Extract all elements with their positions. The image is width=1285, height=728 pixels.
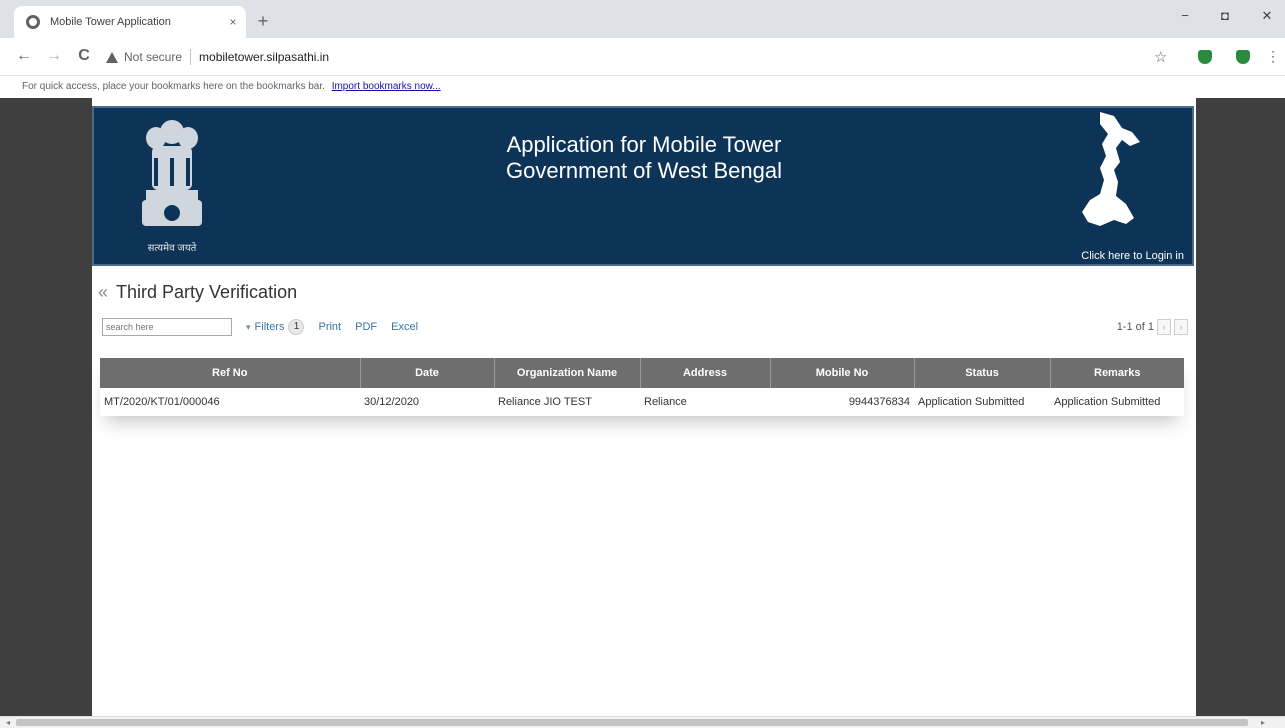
prev-page-button[interactable]: ‹ bbox=[1157, 319, 1171, 335]
banner-title-line1: Application for Mobile Tower bbox=[506, 132, 782, 157]
menu-kebab-icon[interactable]: ⋮ bbox=[1266, 48, 1280, 65]
column-header-status[interactable]: Status bbox=[914, 358, 1051, 388]
divider bbox=[190, 49, 192, 65]
column-header-date[interactable]: Date bbox=[360, 358, 495, 388]
pager-text: 1-1 of 1 bbox=[1116, 321, 1154, 333]
print-button[interactable]: Print bbox=[318, 321, 341, 333]
warning-icon[interactable] bbox=[106, 51, 118, 63]
close-window-button[interactable]: ✕ bbox=[1252, 8, 1282, 24]
results-table: Ref No Date Organization Name Address Mo… bbox=[100, 358, 1184, 416]
horizontal-scrollbar[interactable]: ◂ ▸ bbox=[0, 716, 1285, 728]
cell-mobile: 9944376834 bbox=[770, 388, 914, 416]
scroll-right-arrow-icon[interactable]: ▸ bbox=[1261, 718, 1265, 727]
search-input[interactable] bbox=[102, 318, 232, 336]
url-text[interactable]: mobiletower.silpasathi.in bbox=[199, 50, 329, 64]
forward-button[interactable]: → bbox=[44, 48, 64, 64]
scroll-left-arrow-icon[interactable]: ◂ bbox=[6, 718, 10, 727]
security-label[interactable]: Not secure bbox=[124, 50, 182, 64]
column-header-remarks[interactable]: Remarks bbox=[1050, 358, 1184, 388]
browser-toolbar: ← → C Not secure mobiletower.silpasathi.… bbox=[0, 38, 1285, 76]
emblem-motto: सत्यमेव जयते bbox=[147, 243, 197, 254]
column-header-ref-no[interactable]: Ref No bbox=[100, 358, 361, 388]
reload-button[interactable]: C bbox=[74, 48, 94, 64]
excel-button[interactable]: Excel bbox=[391, 321, 418, 333]
column-header-organization[interactable]: Organization Name bbox=[494, 358, 641, 388]
page-content: सत्यमेव जयते Application for Mobile Towe… bbox=[92, 98, 1196, 716]
cell-ref-no: MT/2020/KT/01/000046 bbox=[100, 388, 360, 416]
login-link[interactable]: Click here to Login in bbox=[1081, 250, 1184, 262]
table-header-row: Ref No Date Organization Name Address Mo… bbox=[100, 358, 1184, 388]
table-row[interactable]: MT/2020/KT/01/000046 30/12/2020 Reliance… bbox=[100, 388, 1184, 416]
header-banner: सत्यमेव जयते Application for Mobile Towe… bbox=[92, 106, 1194, 266]
globe-icon bbox=[26, 15, 40, 29]
filters-count-badge: 1 bbox=[288, 319, 305, 335]
browser-window: Mobile Tower Application × + − ◘ ✕ ← → C… bbox=[0, 0, 1285, 728]
page-title: Third Party Verification bbox=[116, 282, 298, 302]
page-header: « Third Party Verification bbox=[98, 282, 297, 303]
new-tab-button[interactable]: + bbox=[252, 12, 274, 30]
minimize-button[interactable]: − bbox=[1170, 8, 1200, 23]
pagination: 1-1 of 1 ‹ › bbox=[1117, 319, 1188, 335]
scroll-thumb[interactable] bbox=[16, 719, 1248, 726]
cell-remarks: Application Submitted bbox=[1050, 388, 1184, 416]
banner-title-line2: Government of West Bengal bbox=[506, 158, 782, 183]
cell-address: Reliance bbox=[640, 388, 770, 416]
extension-shield-icon[interactable] bbox=[1198, 50, 1212, 64]
filter-chevron-icon: ▾ bbox=[246, 321, 251, 332]
browser-tab[interactable]: Mobile Tower Application × bbox=[14, 6, 246, 38]
back-button[interactable]: ← bbox=[14, 48, 34, 64]
column-header-address[interactable]: Address bbox=[640, 358, 771, 388]
tab-title: Mobile Tower Application bbox=[50, 16, 171, 28]
bookmark-star-icon[interactable]: ☆ bbox=[1154, 48, 1167, 66]
page-viewport: सत्यमेव जयते Application for Mobile Towe… bbox=[0, 98, 1285, 716]
tab-close-icon[interactable]: × bbox=[220, 15, 246, 29]
back-chevron-icon[interactable]: « bbox=[98, 282, 108, 303]
next-page-button[interactable]: › bbox=[1174, 319, 1188, 335]
filters-label: Filters bbox=[254, 321, 285, 333]
address-bar[interactable]: Not secure mobiletower.silpasathi.in bbox=[106, 46, 1191, 68]
tab-strip: Mobile Tower Application × + − ◘ ✕ bbox=[0, 0, 1285, 38]
filters-button[interactable]: ▾ Filters 1 bbox=[246, 319, 305, 335]
bookmarks-bar: For quick access, place your bookmarks h… bbox=[0, 76, 1285, 98]
import-bookmarks-link[interactable]: Import bookmarks now... bbox=[332, 81, 441, 92]
cell-date: 30/12/2020 bbox=[360, 388, 494, 416]
cell-organization: Reliance JIO TEST bbox=[494, 388, 640, 416]
cell-status: Application Submitted bbox=[914, 388, 1050, 416]
table-controls: ▾ Filters 1 Print PDF Excel 1-1 of 1 ‹ › bbox=[102, 317, 1188, 337]
maximize-button[interactable]: ◘ bbox=[1210, 8, 1240, 23]
west-bengal-map-icon bbox=[1082, 112, 1140, 226]
pdf-button[interactable]: PDF bbox=[355, 321, 377, 333]
bookmarks-hint: For quick access, place your bookmarks h… bbox=[22, 81, 325, 92]
extension-shield-icon-2[interactable] bbox=[1236, 50, 1250, 64]
results-table-wrapper: Ref No Date Organization Name Address Mo… bbox=[100, 358, 1184, 416]
column-header-mobile[interactable]: Mobile No bbox=[770, 358, 915, 388]
